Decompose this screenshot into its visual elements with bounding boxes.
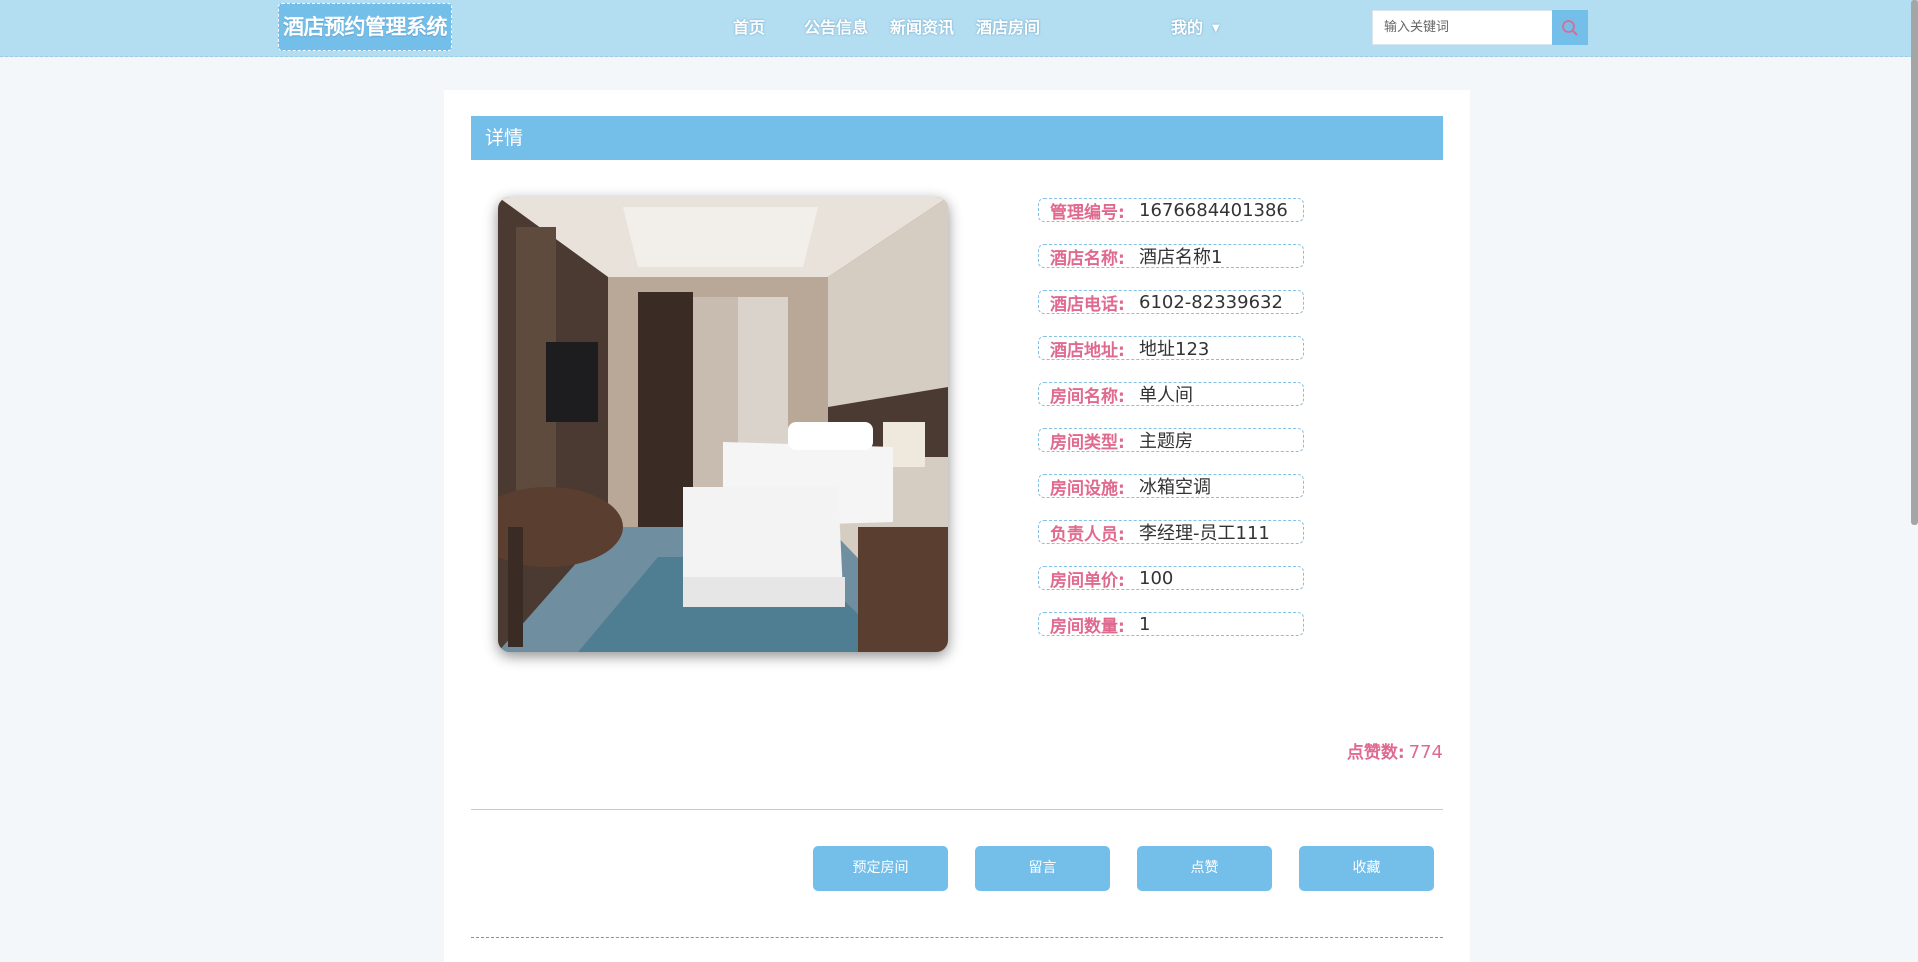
field-hotel-name: 酒店名称: 酒店名称1 (1038, 244, 1304, 269)
like-count-label: 点赞数: (1346, 743, 1405, 763)
top-navbar: 酒店预约管理系统 首页 公告信息 新闻资讯 酒店房间 我的 ▼ 输入关键词 (0, 0, 1918, 57)
field-staff: 负责人员: 李经理-员工111 (1038, 520, 1304, 545)
field-value: 6102-82339632 (1139, 291, 1283, 313)
nav-home[interactable]: 首页 (733, 0, 765, 56)
field-value: 1 (1139, 613, 1151, 635)
user-menu[interactable]: 我的 ▼ (1171, 0, 1220, 56)
nav-hotel-rooms[interactable]: 酒店房间 (976, 0, 1040, 56)
field-label: 房间类型: (1050, 432, 1125, 453)
caret-down-icon: ▼ (1212, 22, 1220, 34)
field-value: 1676684401386 (1139, 199, 1288, 221)
field-label: 管理编号: (1050, 202, 1125, 223)
message-button[interactable]: 留言 (975, 846, 1110, 891)
favorite-button[interactable]: 收藏 (1299, 846, 1434, 891)
field-room-count: 房间数量: 1 (1038, 612, 1304, 637)
field-hotel-phone: 酒店电话: 6102-82339632 (1038, 290, 1304, 315)
field-room-name: 房间名称: 单人间 (1038, 382, 1304, 407)
field-label: 房间单价: (1050, 570, 1125, 591)
field-value: 酒店名称1 (1139, 247, 1223, 268)
site-logo[interactable]: 酒店预约管理系统 (278, 3, 452, 51)
field-label: 房间名称: (1050, 386, 1125, 407)
field-hotel-address: 酒店地址: 地址123 (1038, 336, 1304, 361)
field-management-id: 管理编号: 1676684401386 (1038, 198, 1304, 223)
like-count-value: 774 (1408, 742, 1443, 763)
field-value: 主题房 (1139, 431, 1193, 452)
field-value: 100 (1139, 567, 1174, 589)
field-label: 酒店电话: (1050, 294, 1125, 315)
field-room-price: 房间单价: 100 (1038, 566, 1304, 591)
field-value: 单人间 (1139, 385, 1193, 406)
field-label: 房间设施: (1050, 478, 1125, 499)
field-value: 李经理-员工111 (1139, 523, 1270, 544)
field-room-type: 房间类型: 主题房 (1038, 428, 1304, 453)
field-label: 酒店地址: (1050, 340, 1125, 361)
search-input[interactable]: 输入关键词 (1372, 10, 1552, 45)
user-menu-label: 我的 (1171, 18, 1204, 37)
like-button[interactable]: 点赞 (1137, 846, 1272, 891)
nav-news[interactable]: 新闻资讯 (890, 0, 954, 56)
nav-announcements[interactable]: 公告信息 (804, 0, 868, 56)
search-button[interactable] (1552, 10, 1588, 45)
divider (471, 809, 1443, 810)
field-label: 负责人员: (1050, 524, 1125, 545)
like-count: 点赞数: 774 (1340, 738, 1443, 763)
book-room-button[interactable]: 预定房间 (813, 846, 948, 891)
field-value: 冰箱空调 (1139, 477, 1211, 498)
field-value: 地址123 (1139, 339, 1210, 360)
section-divider (471, 937, 1443, 938)
scrollbar[interactable] (1911, 0, 1918, 525)
field-room-facilities: 房间设施: 冰箱空调 (1038, 474, 1304, 499)
field-label: 房间数量: (1050, 616, 1125, 637)
search-icon (1562, 19, 1578, 36)
room-photo (498, 197, 948, 652)
detail-title: 详情 (471, 116, 1443, 160)
field-label: 酒店名称: (1050, 248, 1125, 269)
